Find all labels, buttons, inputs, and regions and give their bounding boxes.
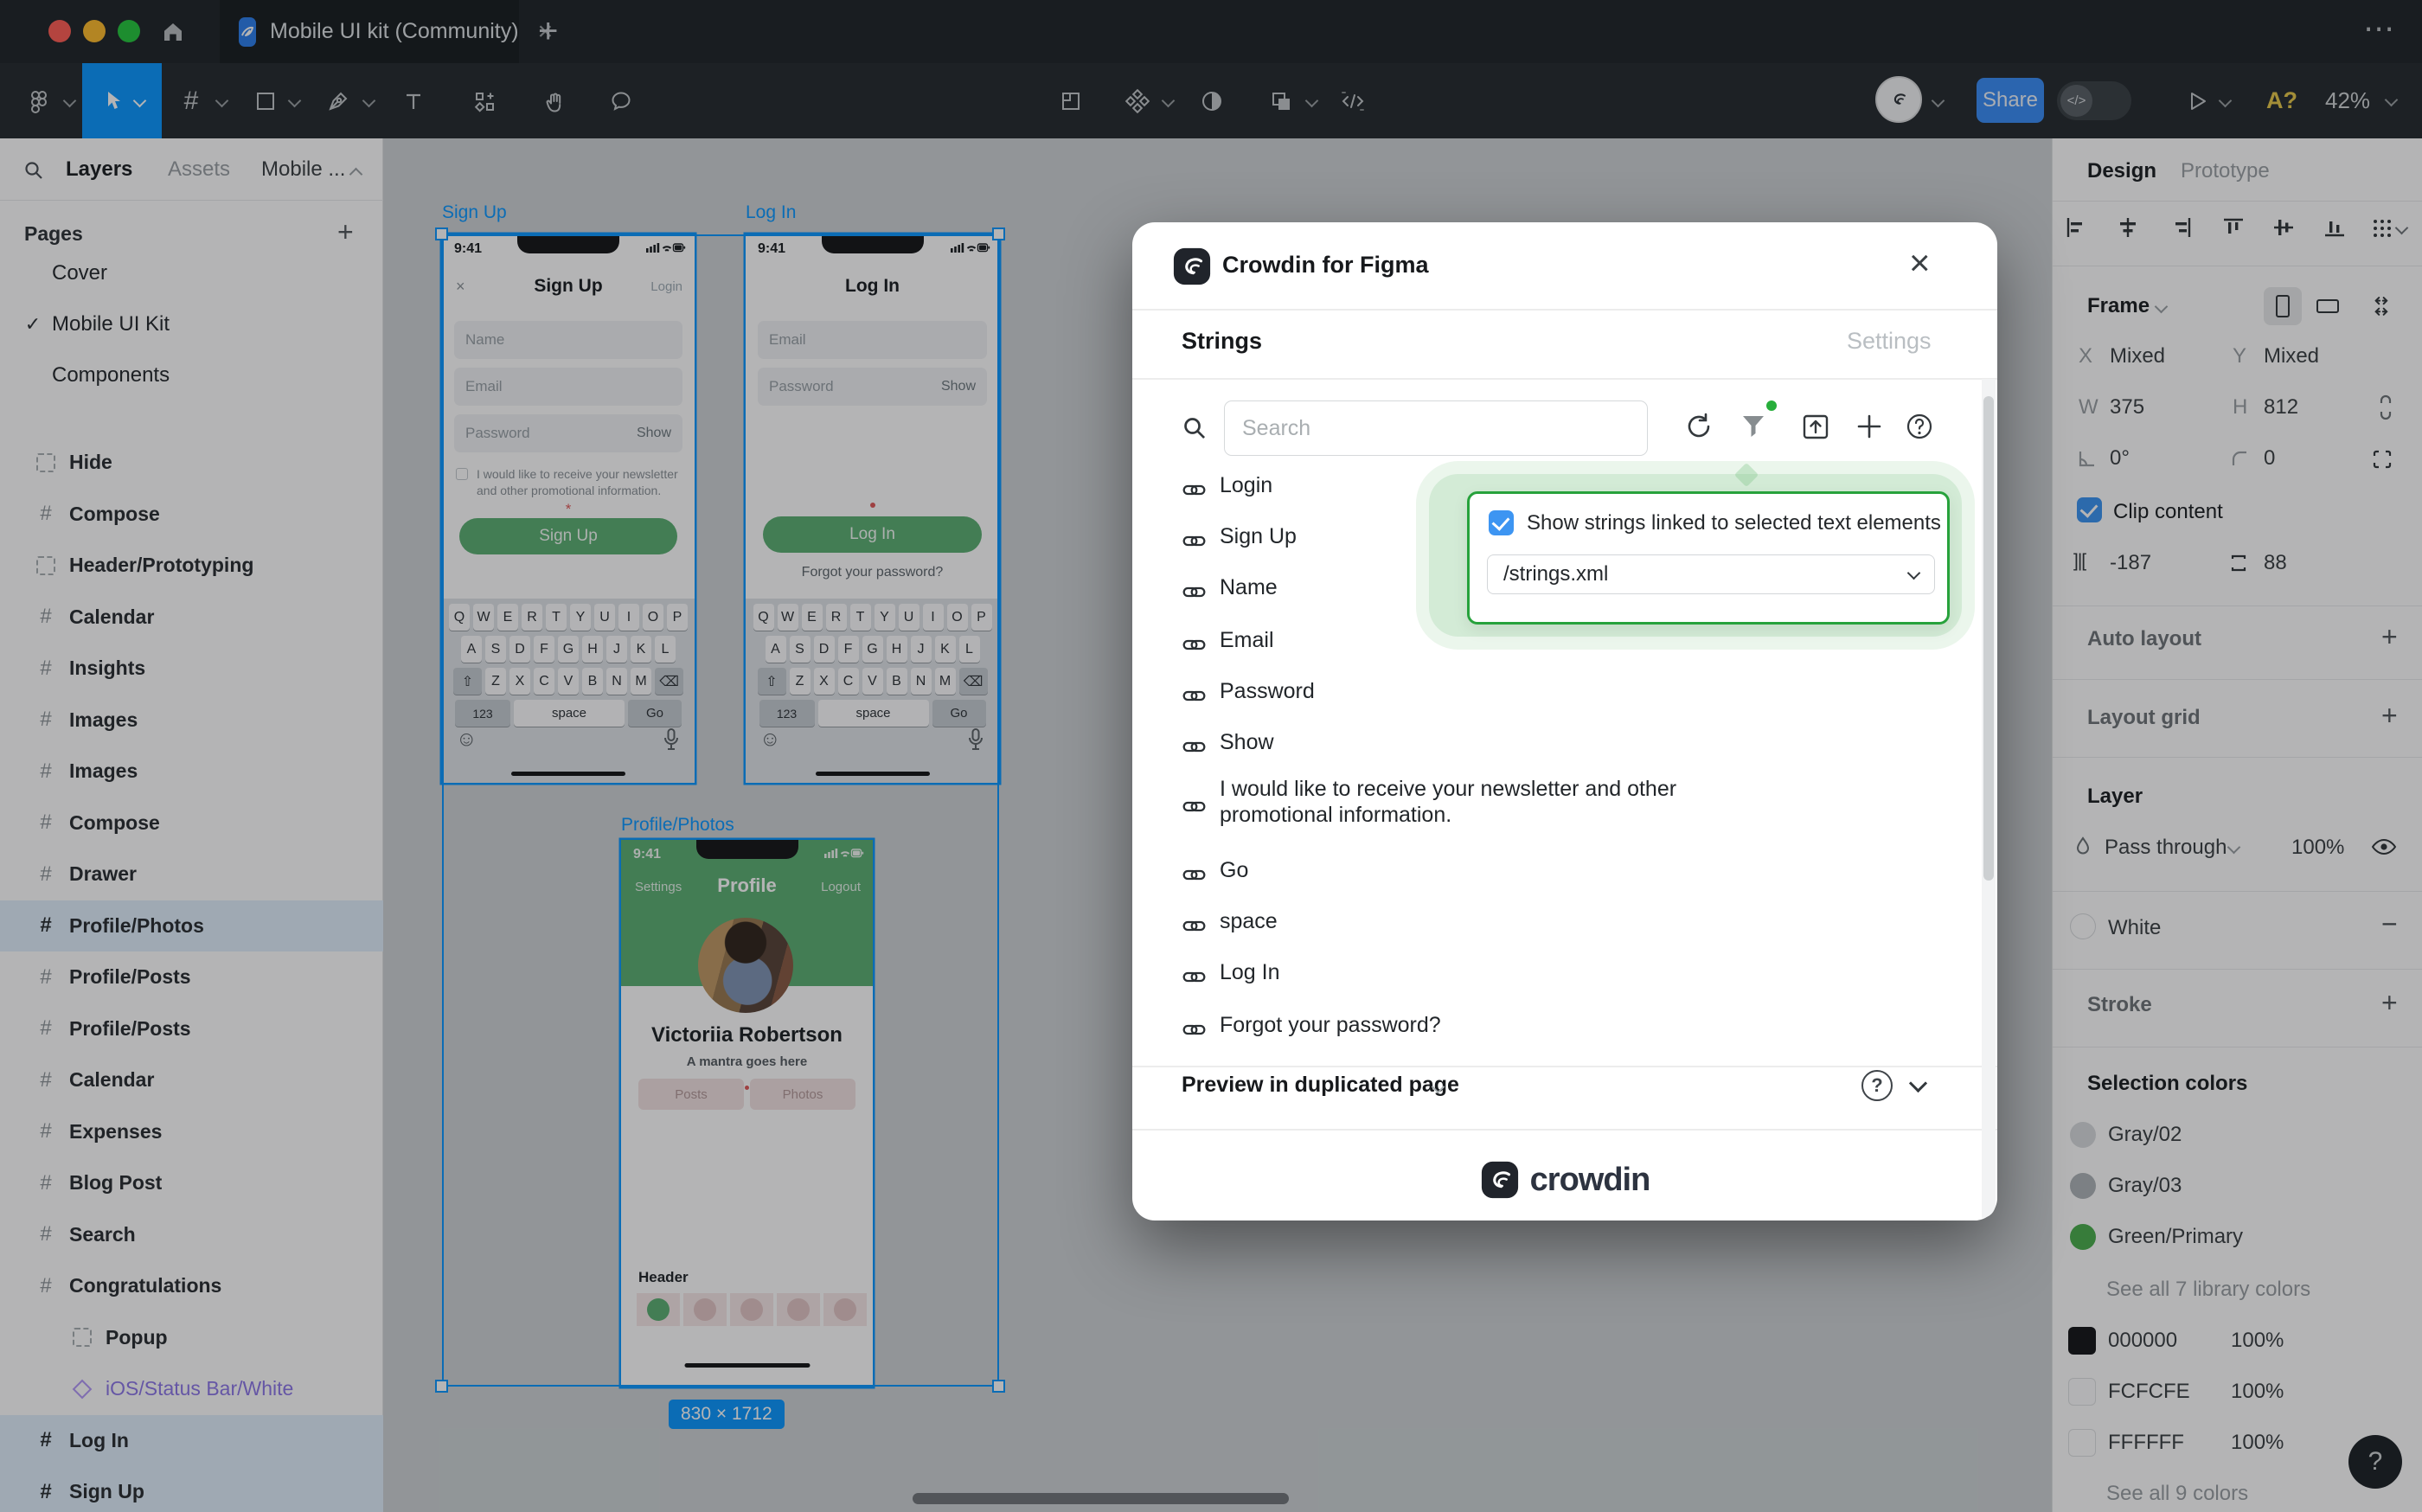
link-icon — [1182, 529, 1206, 553]
search-icon — [1181, 414, 1208, 442]
crowdin-logo-icon — [1480, 1160, 1520, 1200]
help-icon[interactable] — [1904, 411, 1935, 442]
link-icon — [1182, 684, 1206, 708]
crowdin-logo-icon — [1172, 247, 1212, 286]
file-select[interactable]: /strings.xml — [1487, 554, 1935, 594]
string-text: Sign Up — [1220, 523, 1297, 549]
string-text: space — [1220, 908, 1278, 934]
close-icon[interactable]: × — [1909, 245, 1931, 281]
string-text: Go — [1220, 857, 1248, 883]
string-text: Log In — [1220, 959, 1280, 985]
preview-label[interactable]: Preview in duplicated page — [1182, 1073, 1459, 1098]
link-icon — [1182, 580, 1206, 604]
string-item-i-would-like-to-receive-your-n[interactable]: I would like to receive your newsletter … — [1182, 776, 1791, 828]
linked-strings-popup: Show strings linked to selected text ele… — [1467, 491, 1950, 625]
show-linked-checkbox[interactable] — [1489, 510, 1514, 535]
link-icon — [1182, 633, 1206, 657]
link-icon — [1182, 735, 1206, 759]
search-input[interactable] — [1224, 400, 1648, 456]
link-icon — [1182, 795, 1206, 818]
refresh-icon[interactable] — [1683, 411, 1714, 442]
crowdin-wordmark: crowdin — [1530, 1162, 1650, 1199]
tab-strings[interactable]: Strings — [1182, 328, 1262, 355]
string-text: Login — [1220, 472, 1272, 498]
link-icon — [1182, 914, 1206, 938]
file-select-chevron-icon — [1907, 566, 1921, 580]
modal-scrollbar[interactable] — [1982, 379, 1996, 1218]
link-icon — [1182, 863, 1206, 887]
add-string-icon[interactable] — [1854, 411, 1885, 442]
expand-chevron-icon[interactable] — [1909, 1074, 1927, 1092]
string-text: I would like to receive your newsletter … — [1220, 776, 1791, 828]
string-item-log-in[interactable]: Log In — [1182, 959, 1280, 989]
string-text: Name — [1220, 574, 1278, 600]
filter-icon[interactable] — [1738, 411, 1769, 442]
string-item-name[interactable]: Name — [1182, 574, 1278, 604]
upload-icon[interactable] — [1800, 411, 1831, 442]
crowdin-plugin-modal: Crowdin for Figma × Strings Settings Log… — [1132, 222, 1997, 1220]
string-item-login[interactable]: Login — [1182, 472, 1272, 502]
string-text: Forgot your password? — [1220, 1012, 1441, 1038]
show-linked-label: Show strings linked to selected text ele… — [1527, 511, 1941, 535]
filter-active-dot — [1766, 400, 1777, 411]
tab-settings[interactable]: Settings — [1847, 328, 1932, 355]
crowdin-footer-brand[interactable]: crowdin — [1132, 1139, 1997, 1220]
link-icon — [1182, 1018, 1206, 1041]
link-icon — [1182, 965, 1206, 989]
string-text: Password — [1220, 678, 1315, 704]
string-item-show[interactable]: Show — [1182, 729, 1274, 759]
string-text: Email — [1220, 627, 1274, 653]
modal-scrollbar-thumb[interactable] — [1983, 396, 1994, 881]
string-text: Show — [1220, 729, 1274, 755]
string-item-space[interactable]: space — [1182, 908, 1278, 938]
string-item-password[interactable]: Password — [1182, 678, 1315, 708]
plugin-title: Crowdin for Figma — [1222, 252, 1429, 279]
figma-app: Mobile UI kit (Community) × + ⋯ # — [0, 0, 2422, 1512]
string-item-sign-up[interactable]: Sign Up — [1182, 523, 1297, 553]
string-item-forgot-your-password[interactable]: Forgot your password? — [1182, 1012, 1441, 1041]
string-item-go[interactable]: Go — [1182, 857, 1248, 887]
preview-help-icon[interactable]: ? — [1861, 1070, 1893, 1101]
link-icon — [1182, 478, 1206, 502]
popup-highlight-halo: Show strings linked to selected text ele… — [1429, 474, 1962, 637]
string-item-email[interactable]: Email — [1182, 627, 1274, 657]
file-select-value: /strings.xml — [1503, 562, 1608, 586]
